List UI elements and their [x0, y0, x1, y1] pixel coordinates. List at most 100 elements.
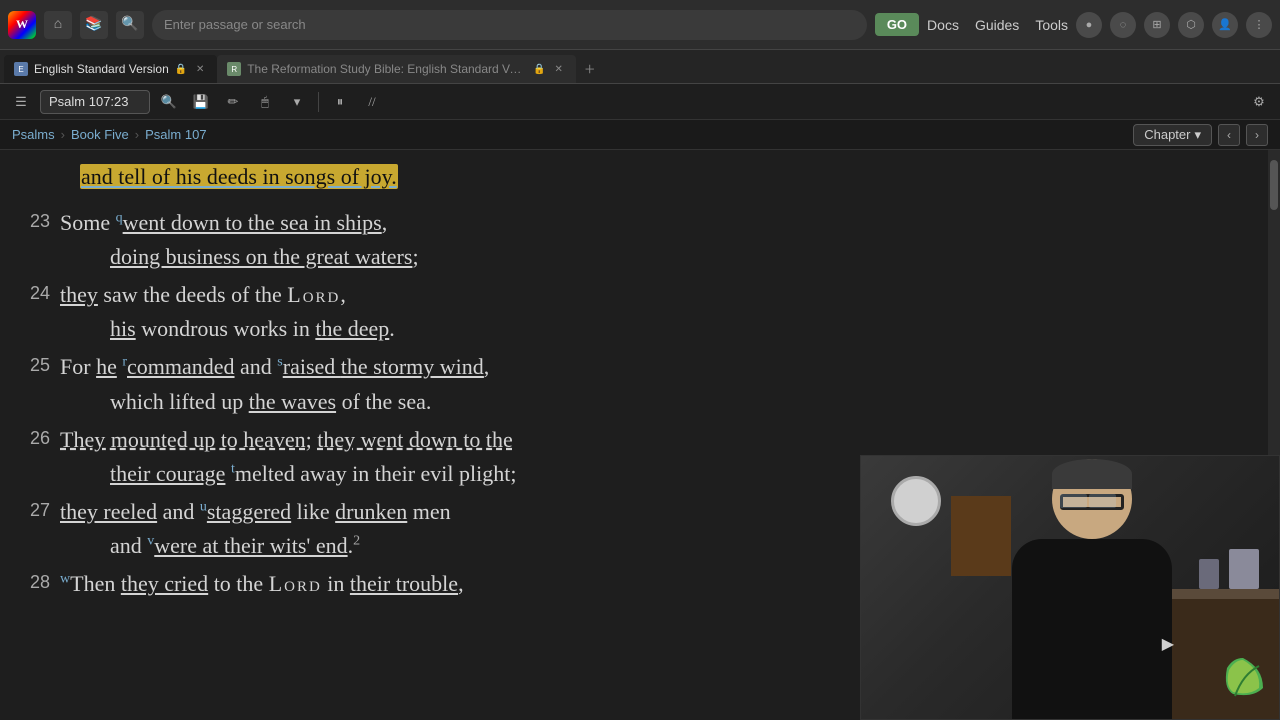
item-decoration-2: [1199, 559, 1219, 589]
xref-drunken[interactable]: drunken: [335, 499, 407, 524]
verse-24-text: they saw the deeds of the Lord, his wond…: [60, 278, 1260, 346]
crossref-q[interactable]: q: [116, 211, 123, 226]
xref-their-courage[interactable]: their courage: [110, 461, 225, 486]
verse-24-line-2: his wondrous works in the deep.: [60, 312, 1260, 346]
library-button[interactable]: 📚: [80, 11, 108, 39]
breadcrumb-book-five[interactable]: Book Five: [71, 127, 129, 142]
tab-reformation-close[interactable]: ✕: [552, 62, 566, 76]
xref-commanded[interactable]: commanded: [127, 354, 235, 379]
more-icon[interactable]: ⋮: [1246, 12, 1272, 38]
docs-link[interactable]: Docs: [927, 17, 959, 33]
sync-icon[interactable]: ◌: [1110, 12, 1136, 38]
verse-25-line-2: which lifted up the waves of the sea.: [60, 385, 1260, 419]
breadcrumb-sep-1: ›: [61, 127, 65, 142]
xref-his[interactable]: his: [110, 316, 136, 341]
footnote-2[interactable]: 2: [353, 534, 360, 549]
xref-they-mounted[interactable]: They mounted up to heaven: [60, 427, 306, 452]
menu-button[interactable]: ☰: [8, 89, 34, 115]
verse-num-23: 23: [20, 206, 50, 274]
separator: [318, 92, 319, 112]
glasses-lens-left: [1060, 494, 1087, 508]
search-icon-btn[interactable]: 🔍: [116, 11, 144, 39]
tab-reformation-favicon: R: [227, 62, 241, 76]
hair-decoration: [1052, 459, 1132, 489]
verse-num-28: 28: [20, 567, 50, 601]
xref-their-trouble[interactable]: their trouble: [350, 571, 458, 596]
breadcrumb-psalms[interactable]: Psalms: [12, 127, 55, 142]
person-figure: [982, 459, 1202, 719]
crossref-w[interactable]: w: [60, 572, 70, 587]
tab-esv-close[interactable]: ✕: [193, 62, 207, 76]
logo-leaf-svg: [1219, 654, 1267, 702]
go-button[interactable]: GO: [875, 13, 919, 36]
chapter-dropdown[interactable]: Chapter ▾: [1133, 124, 1212, 146]
settings-icon[interactable]: ⚙: [1246, 89, 1272, 115]
xref-stormy-wind[interactable]: the stormy wind: [341, 354, 484, 379]
crossref-t[interactable]: t: [231, 461, 235, 476]
tab-reformation-label: The Reformation Study Bible: English Sta…: [247, 62, 527, 76]
xref-doing[interactable]: doing business on the great waters: [110, 244, 412, 269]
bookmark-button[interactable]: 💾: [188, 89, 214, 115]
verse-23: 23 Some qwent down to the sea in ships, …: [20, 206, 1260, 274]
xref-went-down[interactable]: went down to the sea in ships: [123, 210, 382, 235]
tools-link[interactable]: Tools: [1035, 17, 1068, 33]
divider-button[interactable]: //: [359, 89, 385, 115]
xref-they-went[interactable]: they went down to the: [317, 427, 513, 452]
prev-chapter-button[interactable]: ‹: [1218, 124, 1240, 146]
search-button[interactable]: 🔍: [156, 89, 182, 115]
share-icon[interactable]: ⬡: [1178, 12, 1204, 38]
app-icon: W: [8, 11, 36, 39]
browser-chrome: W ⌂ 📚 🔍 Enter passage or search GO Docs …: [0, 0, 1280, 50]
breadcrumb-psalm-107[interactable]: Psalm 107: [145, 127, 206, 142]
guides-link[interactable]: Guides: [975, 17, 1019, 33]
edit-button[interactable]: ✏: [220, 89, 246, 115]
xref-raised[interactable]: raised the stormy wind: [283, 354, 484, 379]
tab-esv[interactable]: E English Standard Version 🔒 ✕: [4, 55, 217, 83]
cursor-arrow-indicator: ▶: [1162, 634, 1174, 654]
item-decoration: [1229, 549, 1259, 589]
address-bar[interactable]: Enter passage or search: [152, 10, 867, 40]
xref-they-24[interactable]: they: [60, 282, 98, 307]
verse-num-27: 27: [20, 495, 50, 563]
xref-he[interactable]: he: [96, 354, 117, 379]
toolbar-right: ⚙: [1246, 89, 1272, 115]
tab-esv-label: English Standard Version: [34, 62, 169, 76]
xref-waves[interactable]: the waves: [249, 389, 336, 414]
mouse-button[interactable]: 🖱: [252, 89, 278, 115]
verse-25-text: For he rcommanded and sraised the stormy…: [60, 350, 1260, 418]
person-head: [1052, 459, 1132, 539]
xref-deep[interactable]: the deep: [315, 316, 389, 341]
pause-button[interactable]: ⏸: [327, 89, 353, 115]
tabs-row: E English Standard Version 🔒 ✕ R The Ref…: [0, 50, 1280, 84]
verse-25: 25 For he rcommanded and sraised the sto…: [20, 350, 1260, 418]
logo-watermark: [1219, 654, 1267, 707]
next-chapter-button[interactable]: ›: [1246, 124, 1268, 146]
scrollbar-thumb[interactable]: [1270, 160, 1278, 210]
passage-input[interactable]: [40, 90, 150, 114]
xref-they-reeled[interactable]: they reeled: [60, 499, 157, 524]
verse-24-line-1: they saw the deeds of the Lord,: [60, 278, 1260, 312]
chapter-label: Chapter: [1144, 127, 1190, 142]
tab-lock-icon-2: 🔒: [533, 64, 545, 75]
verse-23-text: Some qwent down to the sea in ships, doi…: [60, 206, 1260, 274]
verse-num-26: 26: [20, 423, 50, 491]
tab-reformation[interactable]: R The Reformation Study Bible: English S…: [217, 55, 575, 83]
xref-they-28[interactable]: they cried: [121, 571, 208, 596]
highlighted-text-top: and tell of his deeds in songs of joy.: [80, 164, 398, 189]
dropdown-arrow[interactable]: ▾: [284, 89, 310, 115]
profile-icon[interactable]: ●: [1076, 12, 1102, 38]
xref-staggered[interactable]: staggered: [207, 499, 291, 524]
new-tab-button[interactable]: +: [576, 55, 604, 83]
user-icon[interactable]: 👤: [1212, 12, 1238, 38]
breadcrumb: Psalms › Book Five › Psalm 107 Chapter ▾…: [0, 120, 1280, 150]
crossref-u[interactable]: u: [200, 500, 207, 515]
main-content: and tell of his deeds in songs of joy. 2…: [0, 150, 1280, 720]
browser-menu: Docs Guides Tools: [927, 17, 1068, 33]
xref-were-at[interactable]: were at their wits' end: [154, 533, 347, 558]
verse-num-25: 25: [20, 350, 50, 418]
webcam-overlay: ▶: [860, 455, 1280, 720]
grid-icon[interactable]: ⊞: [1144, 12, 1170, 38]
verse-26-line-1: They mounted up to heaven; they went dow…: [60, 423, 1260, 457]
home-button[interactable]: ⌂: [44, 11, 72, 39]
toolbar: ☰ 🔍 💾 ✏ 🖱 ▾ ⏸ // ⚙: [0, 84, 1280, 120]
